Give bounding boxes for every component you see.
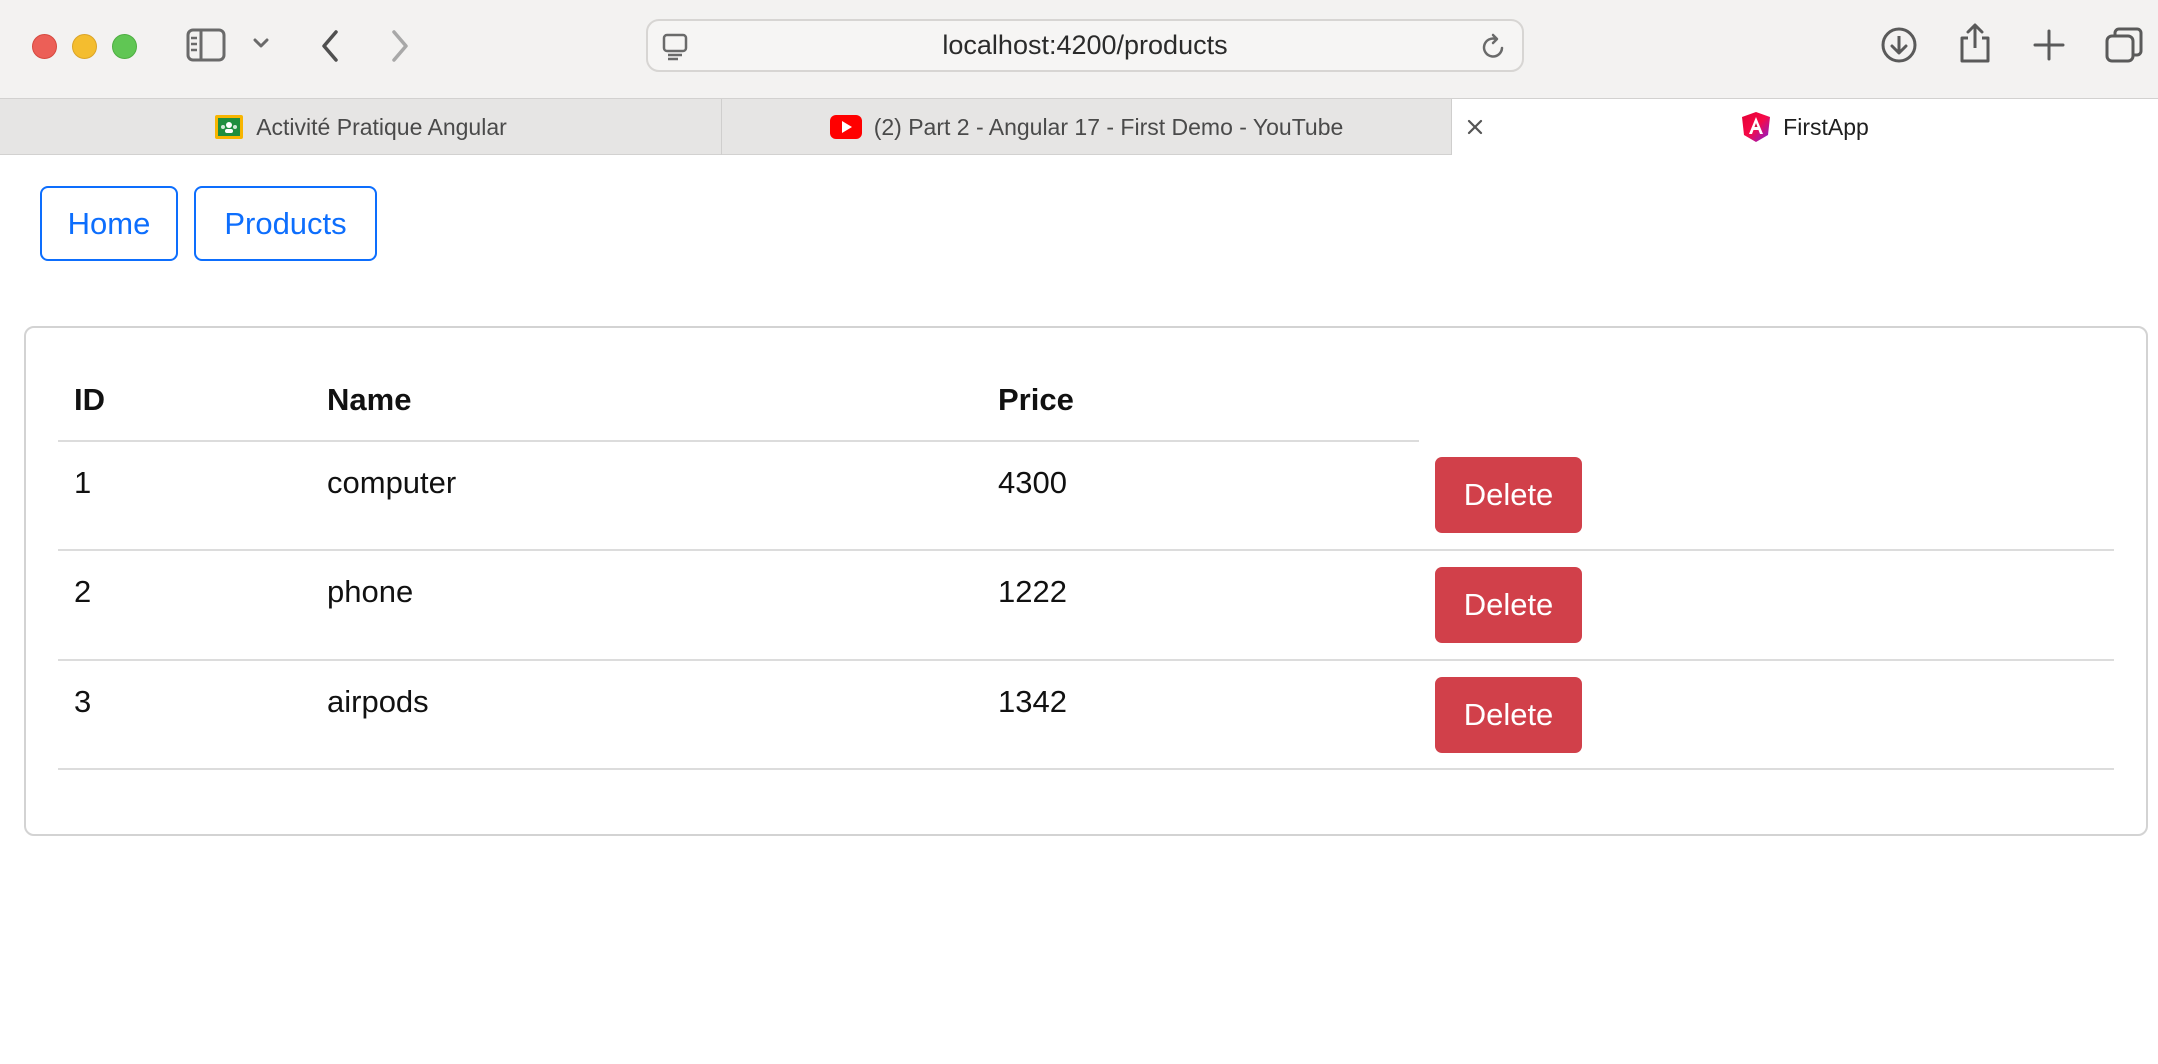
- google-classroom-favicon: [214, 114, 244, 140]
- tab-overview-icon[interactable]: [2104, 26, 2144, 64]
- cell-id: 3: [74, 684, 92, 719]
- tab-label: (2) Part 2 - Angular 17 - First Demo - Y…: [873, 113, 1344, 140]
- header-divider: [58, 440, 1419, 442]
- row-divider: [58, 768, 2114, 770]
- tab-firstapp[interactable]: FirstApp: [1452, 99, 2158, 155]
- cell-id: 1: [74, 465, 92, 500]
- products-button[interactable]: Products: [194, 186, 377, 261]
- cell-name: airpods: [327, 684, 429, 719]
- close-icon[interactable]: [1462, 114, 1488, 140]
- cell-price: 1342: [998, 684, 1067, 719]
- forward-icon[interactable]: [388, 28, 412, 64]
- row-divider: [58, 549, 2114, 551]
- tab-bar: Activité Pratique Angular (2) Part 2 - A…: [0, 98, 2158, 155]
- youtube-favicon: [829, 115, 862, 139]
- row-divider: [58, 659, 2114, 661]
- tab-label: Activité Pratique Angular: [256, 113, 507, 140]
- angular-favicon: [1741, 111, 1771, 143]
- url-text: localhost:4200/products: [942, 30, 1228, 60]
- sidebar-icon[interactable]: [186, 28, 226, 62]
- cell-price: 1222: [998, 574, 1067, 609]
- reload-icon[interactable]: [1480, 32, 1508, 67]
- delete-button[interactable]: Delete: [1435, 457, 1582, 533]
- cell-name: computer: [327, 465, 457, 500]
- home-button[interactable]: Home: [40, 186, 178, 261]
- browser-toolbar: localhost:4200/products: [0, 0, 2158, 98]
- delete-button[interactable]: Delete: [1435, 567, 1582, 643]
- tab-activite-pratique[interactable]: Activité Pratique Angular: [0, 99, 722, 155]
- tab-youtube[interactable]: (2) Part 2 - Angular 17 - First Demo - Y…: [722, 99, 1452, 155]
- cell-name: phone: [327, 574, 414, 609]
- chevron-down-icon[interactable]: [252, 36, 270, 50]
- address-bar[interactable]: localhost:4200/products: [646, 19, 1524, 72]
- share-icon[interactable]: [1958, 22, 1992, 64]
- window-maximize-button[interactable]: [112, 34, 137, 59]
- download-icon[interactable]: [1880, 26, 1918, 64]
- back-icon[interactable]: [318, 28, 342, 64]
- column-header-id: ID: [74, 382, 105, 417]
- new-tab-icon[interactable]: [2032, 28, 2066, 62]
- column-header-name: Name: [327, 382, 412, 417]
- cell-id: 2: [74, 574, 92, 609]
- delete-button[interactable]: Delete: [1435, 677, 1582, 753]
- cell-price: 4300: [998, 465, 1067, 500]
- window-close-button[interactable]: [32, 34, 57, 59]
- column-header-price: Price: [998, 382, 1074, 417]
- window-minimize-button[interactable]: [72, 34, 97, 59]
- tab-label: FirstApp: [1783, 113, 1869, 140]
